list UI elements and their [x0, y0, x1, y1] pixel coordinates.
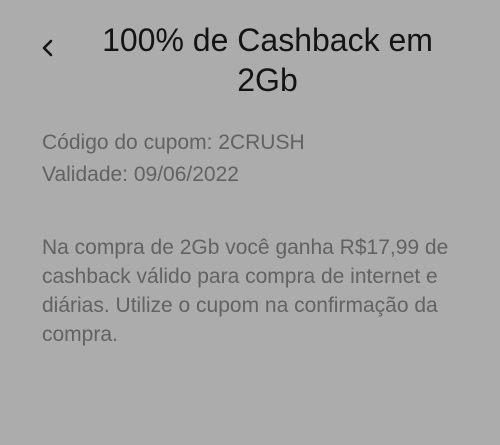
header: 100% de Cashback em 2Gb — [0, 0, 500, 110]
coupon-info: Código do cupom: 2CRUSH Validade: 09/06/… — [42, 127, 482, 191]
page-title: 100% de Cashback em 2Gb — [102, 22, 433, 98]
coupon-validity: Validade: 09/06/2022 — [42, 163, 239, 186]
coupon-code: Código do cupom: 2CRUSH — [42, 131, 305, 154]
back-button[interactable] — [30, 30, 66, 66]
coupon-detail-screen: 100% de Cashback em 2Gb Código do cupom:… — [0, 0, 500, 445]
chevron-left-icon — [42, 39, 53, 57]
coupon-description: Na compra de 2Gb você ganha R$17,99 de c… — [42, 236, 449, 346]
